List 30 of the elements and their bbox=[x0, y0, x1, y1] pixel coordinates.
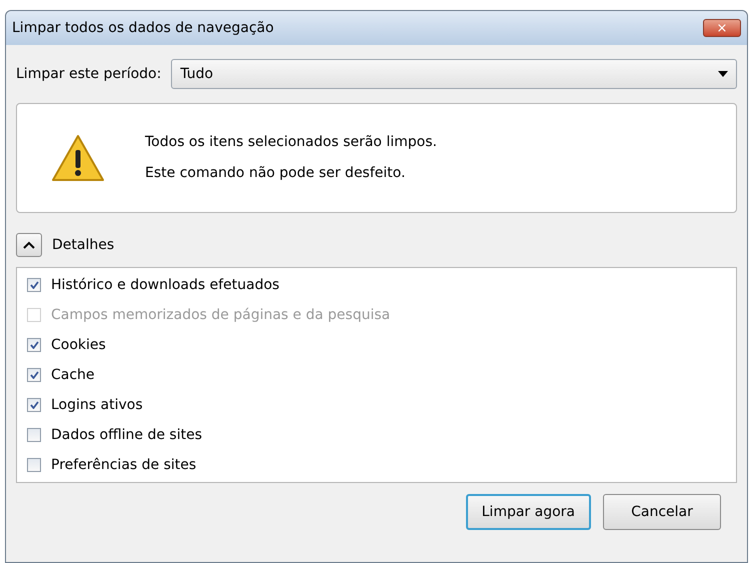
checkbox[interactable] bbox=[27, 458, 41, 472]
dropdown-caret-icon bbox=[718, 71, 728, 77]
dialog-button[interactable]: Limpar agora bbox=[466, 494, 591, 530]
details-label: Detalhes bbox=[52, 236, 114, 254]
warning-text: Este comando não pode ser desfeito. bbox=[145, 164, 406, 183]
checkbox[interactable] bbox=[27, 398, 41, 412]
details-toggle[interactable] bbox=[16, 233, 42, 257]
chevron-up-icon bbox=[23, 241, 35, 249]
checkmark-icon bbox=[30, 401, 38, 409]
checkmark-icon bbox=[30, 371, 38, 379]
checkbox-label: Cache bbox=[51, 366, 95, 384]
checkbox-label: Dados offline de sites bbox=[51, 426, 202, 444]
warning-icon bbox=[51, 134, 105, 182]
checkbox-label: Cookies bbox=[51, 336, 106, 354]
checkmark-icon bbox=[30, 341, 38, 349]
checkbox[interactable] bbox=[27, 278, 41, 292]
checkbox[interactable] bbox=[27, 338, 41, 352]
checkbox-label: Histórico e downloads efetuados bbox=[51, 276, 280, 294]
period-label: Limpar este período: bbox=[16, 64, 162, 84]
checkbox[interactable] bbox=[27, 368, 41, 382]
period-value: Tudo bbox=[180, 64, 214, 84]
checkbox-label: Logins ativos bbox=[51, 396, 143, 414]
checkmark-icon bbox=[30, 281, 38, 289]
dialog-button[interactable]: Cancelar bbox=[603, 494, 721, 530]
warning-text: Todos os itens selecionados serão limpos. bbox=[145, 133, 437, 152]
checkbox-label: Preferências de sites bbox=[51, 456, 196, 474]
window-title: Limpar todos os dados de navegação bbox=[12, 18, 274, 38]
period-dropdown[interactable]: Tudo bbox=[171, 59, 737, 89]
checkbox-label: Campos memorizados de páginas e da pesquisa bbox=[51, 306, 390, 324]
checkbox[interactable] bbox=[27, 428, 41, 442]
